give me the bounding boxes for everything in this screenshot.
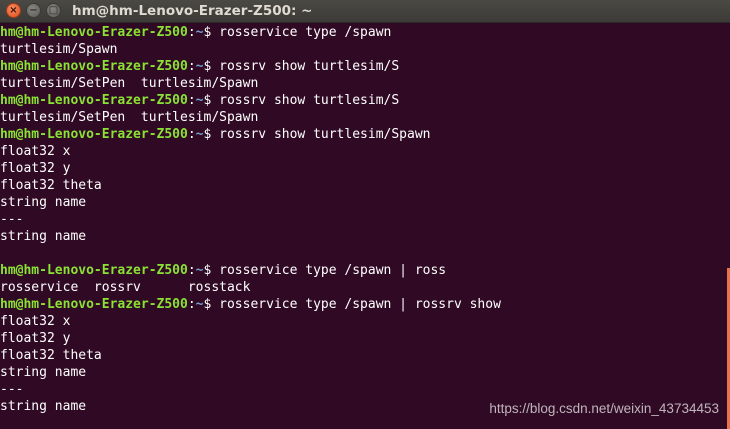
output-line: rosservice rossrv rosstack — [0, 280, 251, 295]
prompt-user-host: hm@hm-Lenovo-Erazer-Z500 — [0, 59, 188, 74]
output-line: --- — [0, 212, 24, 227]
output-line: turtlesim/SetPen turtlesim/Spawn — [0, 76, 259, 91]
prompt-symbol: $ — [203, 263, 220, 278]
prompt-user-host: hm@hm-Lenovo-Erazer-Z500 — [0, 297, 188, 312]
command-text: rosservice type /spawn — [219, 25, 392, 40]
prompt-path: ~ — [195, 25, 204, 40]
output-line: string name — [0, 229, 87, 244]
prompt-separator: : — [187, 127, 196, 142]
prompt-path: ~ — [195, 59, 204, 74]
output-line: float32 x — [0, 144, 71, 159]
prompt-line: hm@hm-Lenovo-Erazer-Z500:~$ rosservice t… — [0, 262, 730, 279]
command-text: rossrv show turtlesim/S — [219, 59, 400, 74]
command-text: rossrv show turtlesim/S — [219, 93, 400, 108]
prompt-user-host: hm@hm-Lenovo-Erazer-Z500 — [0, 93, 188, 108]
output-line: --- — [0, 382, 24, 397]
output-line: float32 theta — [0, 178, 102, 193]
prompt-symbol: $ — [203, 297, 220, 312]
prompt-line: hm@hm-Lenovo-Erazer-Z500:~$ rosservice t… — [0, 24, 730, 41]
prompt-symbol: $ — [203, 127, 220, 142]
minimize-icon[interactable]: − — [26, 3, 41, 18]
watermark: https://blog.csdn.net/weixin_43734453 — [489, 401, 719, 416]
prompt-symbol: $ — [203, 25, 220, 40]
close-icon[interactable]: × — [6, 3, 21, 18]
prompt-separator: : — [187, 263, 196, 278]
prompt-path: ~ — [195, 127, 204, 142]
maximize-icon[interactable]: □ — [46, 3, 61, 18]
output-line: string name — [0, 195, 87, 210]
prompt-separator: : — [187, 93, 196, 108]
output-line: float32 theta — [0, 348, 102, 363]
command-text: rosservice type /spawn | ross — [219, 263, 447, 278]
prompt-path: ~ — [195, 263, 204, 278]
title-bar[interactable]: × − □ hm@hm-Lenovo-Erazer-Z500: ~ — [0, 0, 730, 23]
prompt-line: hm@hm-Lenovo-Erazer-Z500:~$ rossrv show … — [0, 126, 730, 143]
prompt-separator: : — [187, 25, 196, 40]
prompt-path: ~ — [195, 93, 204, 108]
output-line: string name — [0, 365, 87, 380]
output-line: float32 y — [0, 161, 71, 176]
prompt-line: hm@hm-Lenovo-Erazer-Z500:~$ rossrv show … — [0, 92, 730, 109]
command-text: rosservice type /spawn | rossrv show — [219, 297, 501, 312]
output-line: turtlesim/SetPen turtlesim/Spawn — [0, 110, 259, 125]
window-title: hm@hm-Lenovo-Erazer-Z500: ~ — [72, 3, 313, 19]
command-text: rossrv show turtlesim/Spawn — [219, 127, 431, 142]
prompt-separator: : — [187, 297, 196, 312]
prompt-line: hm@hm-Lenovo-Erazer-Z500:~$ rosservice t… — [0, 296, 730, 313]
output-line: turtlesim/Spawn — [0, 42, 118, 57]
prompt-user-host: hm@hm-Lenovo-Erazer-Z500 — [0, 25, 188, 40]
terminal-output[interactable]: hm@hm-Lenovo-Erazer-Z500:~$ rosservice t… — [0, 24, 730, 415]
prompt-separator: : — [187, 59, 196, 74]
prompt-symbol: $ — [203, 59, 220, 74]
prompt-user-host: hm@hm-Lenovo-Erazer-Z500 — [0, 127, 188, 142]
output-line: float32 x — [0, 314, 71, 329]
terminal-window: × − □ hm@hm-Lenovo-Erazer-Z500: ~ hm@hm-… — [0, 0, 730, 429]
prompt-symbol: $ — [203, 93, 220, 108]
prompt-path: ~ — [195, 297, 204, 312]
output-line: float32 y — [0, 331, 71, 346]
prompt-user-host: hm@hm-Lenovo-Erazer-Z500 — [0, 263, 188, 278]
prompt-line: hm@hm-Lenovo-Erazer-Z500:~$ rossrv show … — [0, 58, 730, 75]
